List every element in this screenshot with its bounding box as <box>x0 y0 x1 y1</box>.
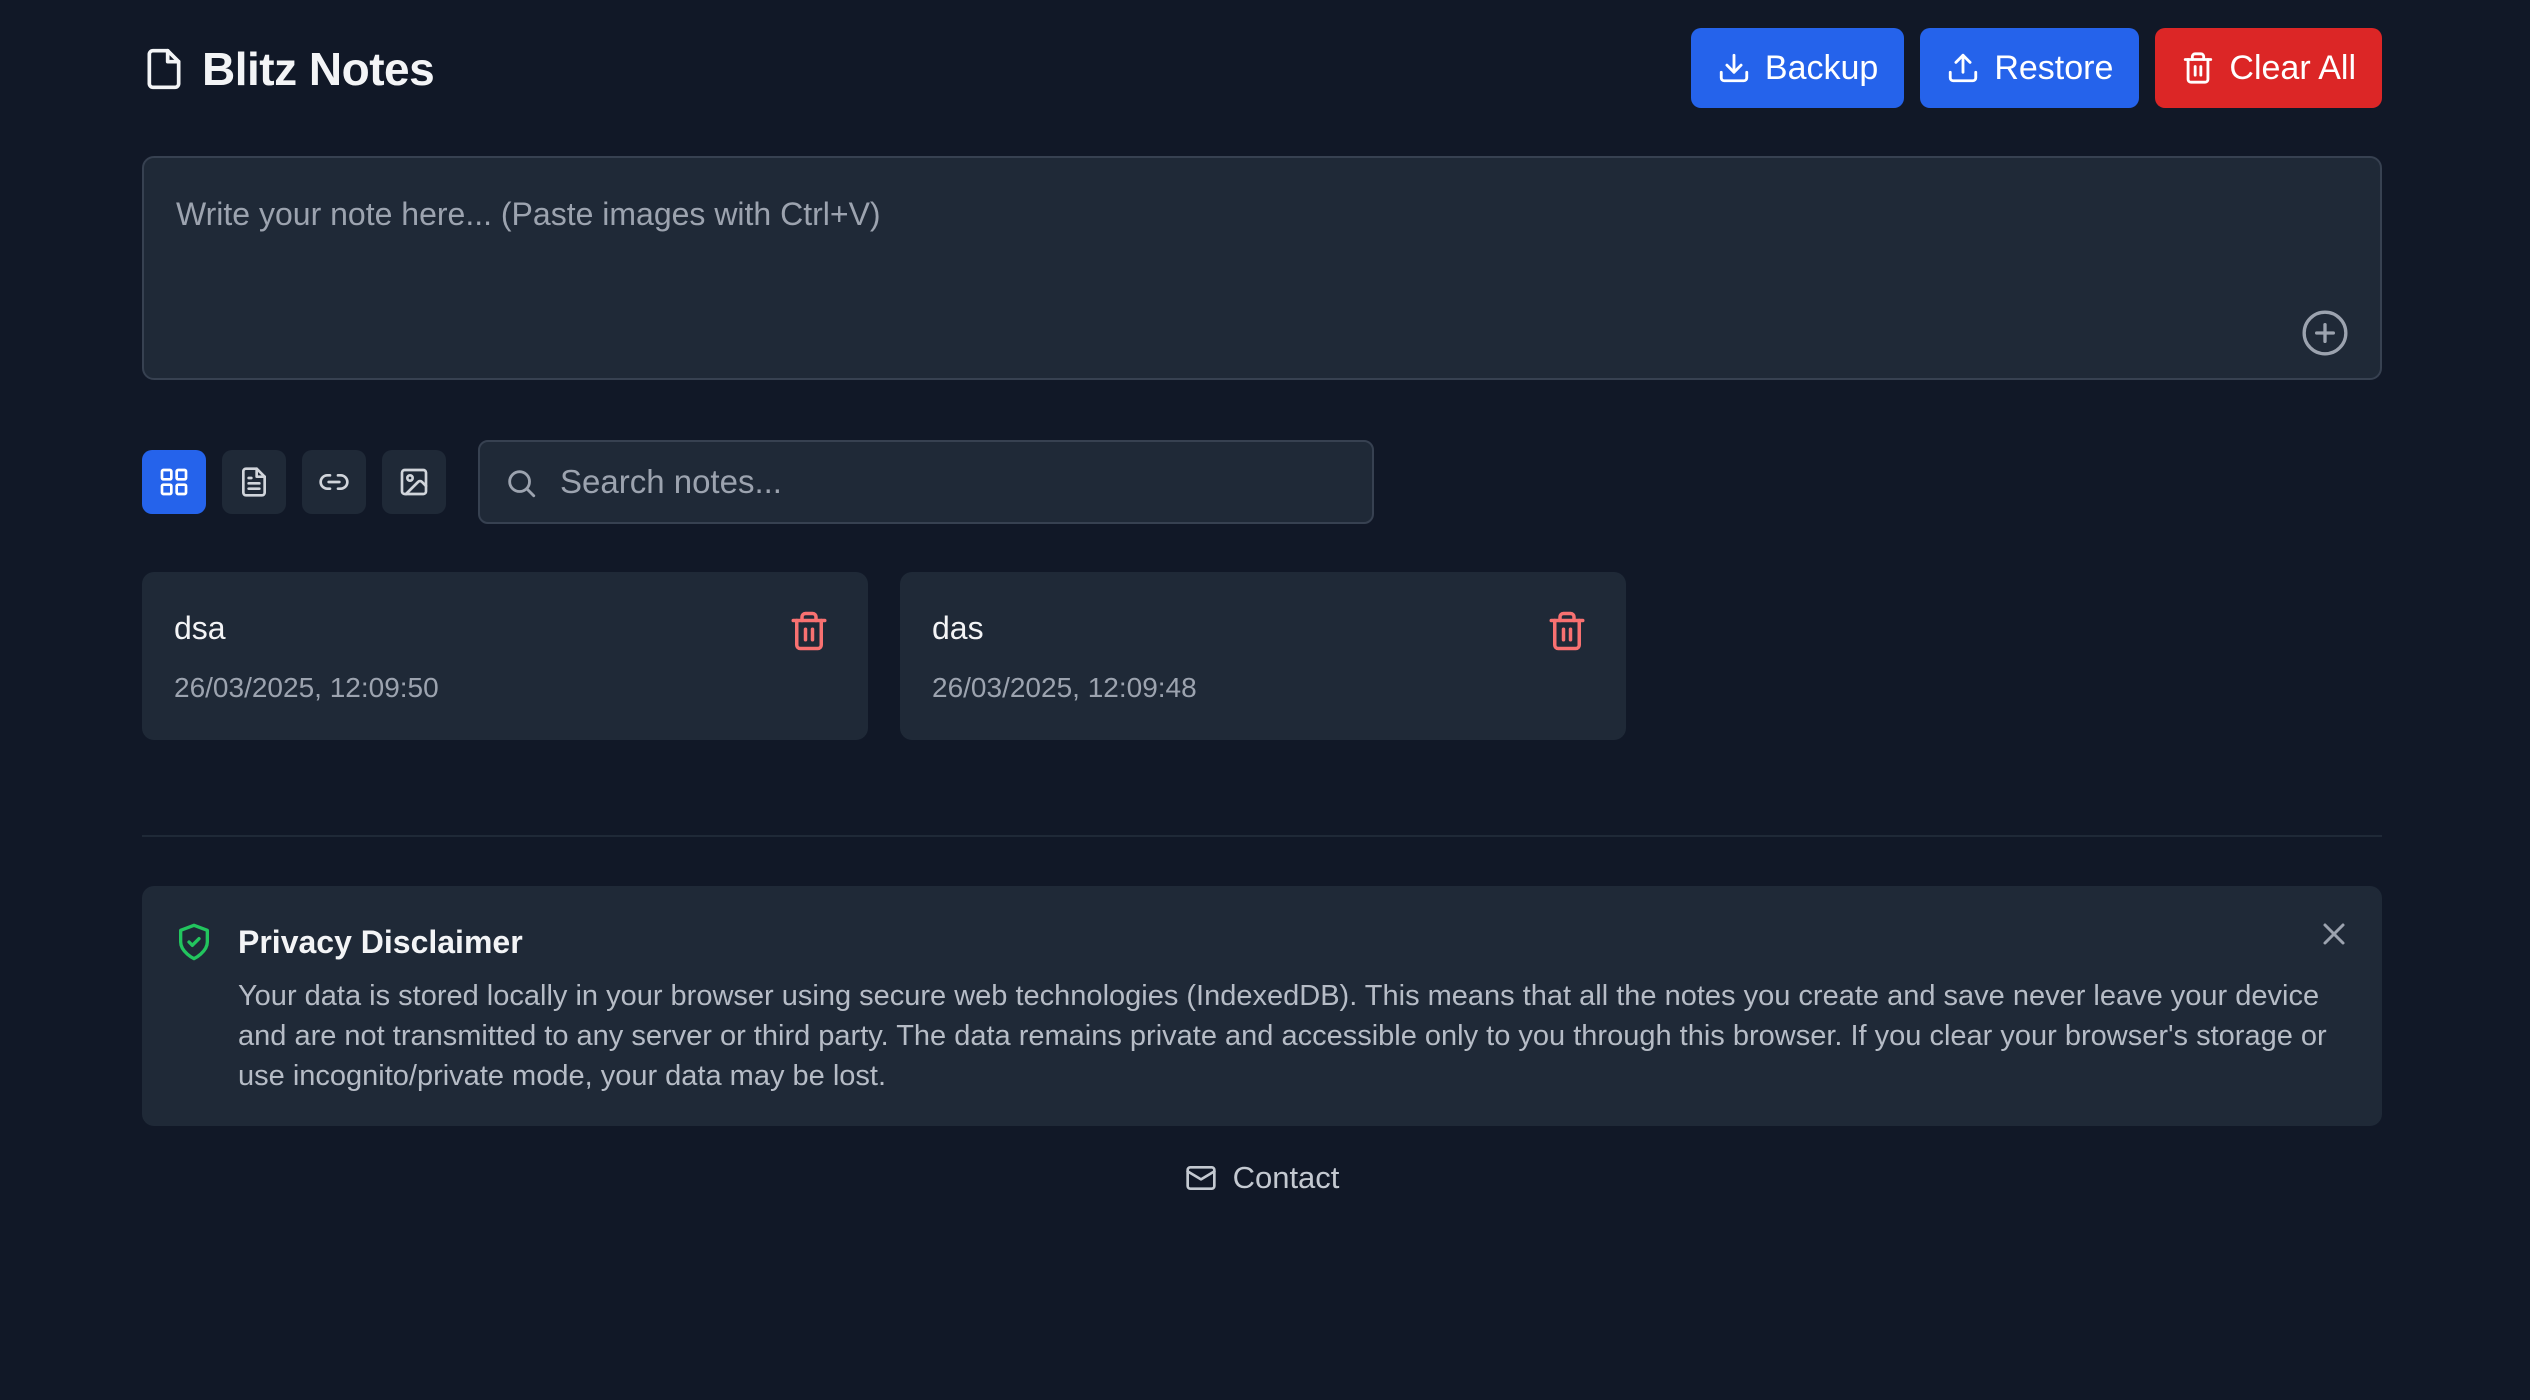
close-icon[interactable] <box>2316 916 2352 952</box>
filter-text-button[interactable] <box>222 450 286 514</box>
link-icon <box>318 466 350 498</box>
note-date: 26/03/2025, 12:09:50 <box>174 672 439 703</box>
note-card[interactable]: das 26/03/2025, 12:09:48 <box>900 572 1626 740</box>
header-actions: Backup Restore Clear All <box>1690 28 2382 108</box>
shield-check-icon <box>174 922 214 962</box>
note-card[interactable]: dsa 26/03/2025, 12:09:50 <box>142 572 868 740</box>
search-icon <box>504 466 538 500</box>
contact-link[interactable]: Contact <box>1233 1160 1340 1196</box>
header: Blitz Notes Backup Restore Clear All <box>142 28 2382 108</box>
note-title: dsa <box>174 610 226 646</box>
backup-button[interactable]: Backup <box>1690 28 1905 108</box>
add-note-icon[interactable] <box>2300 308 2350 358</box>
search-input[interactable] <box>560 442 1350 522</box>
section-divider <box>142 835 2382 837</box>
note-composer <box>142 156 2382 380</box>
brand: Blitz Notes <box>142 42 435 96</box>
filter-images-button[interactable] <box>382 450 446 514</box>
clear-all-button[interactable]: Clear All <box>2155 28 2382 108</box>
file-icon <box>142 47 186 91</box>
filter-links-button[interactable] <box>302 450 366 514</box>
privacy-disclaimer: Privacy Disclaimer Your data is stored l… <box>142 886 2382 1126</box>
download-icon <box>1717 51 1751 85</box>
document-icon <box>238 466 270 498</box>
delete-note-icon[interactable] <box>1546 610 1588 652</box>
trash-icon <box>2181 51 2215 85</box>
disclaimer-text: Your data is stored locally in your brow… <box>238 980 2327 1092</box>
note-title: das <box>932 610 984 646</box>
mail-icon <box>1185 1162 1217 1194</box>
disclaimer-title: Privacy Disclaimer <box>238 924 523 960</box>
backup-label: Backup <box>1764 48 1879 87</box>
clear-all-label: Clear All <box>2229 48 2356 87</box>
notes-grid: dsa 26/03/2025, 12:09:50 das 26/03/2025,… <box>142 572 1626 740</box>
delete-note-icon[interactable] <box>788 610 830 652</box>
restore-label: Restore <box>1994 48 2114 87</box>
filter-all-button[interactable] <box>142 450 206 514</box>
note-date: 26/03/2025, 12:09:48 <box>932 672 1197 703</box>
upload-icon <box>1946 51 1980 85</box>
restore-button[interactable]: Restore <box>1920 28 2140 108</box>
grid-icon <box>158 466 190 498</box>
search-box <box>478 440 1374 524</box>
image-icon <box>398 466 430 498</box>
note-input[interactable] <box>144 158 2380 378</box>
filter-bar <box>142 450 446 514</box>
footer: Contact <box>142 1158 2382 1198</box>
app-title: Blitz Notes <box>202 43 435 95</box>
